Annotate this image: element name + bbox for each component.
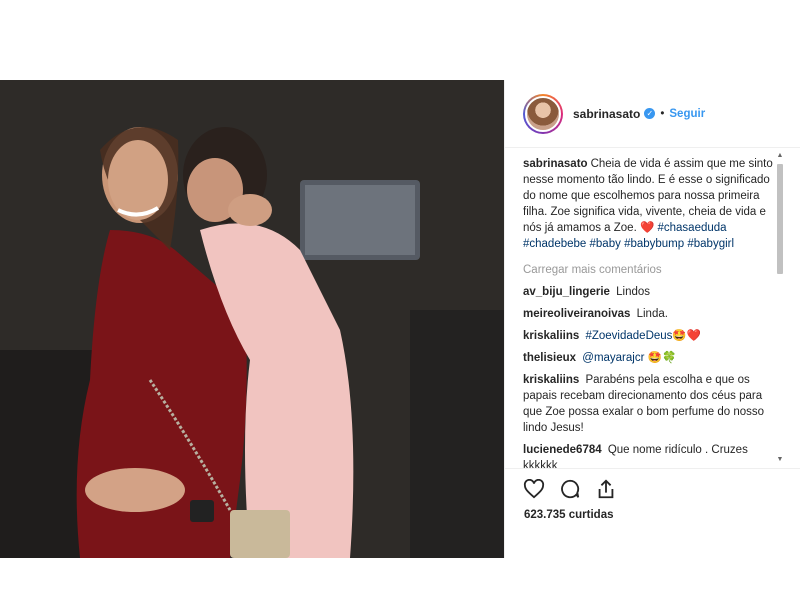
follow-button[interactable]: Seguir <box>669 108 705 120</box>
comment-icon[interactable] <box>558 477 582 501</box>
comment-username[interactable]: kriskaliins <box>523 374 579 386</box>
comment-text: Lindos <box>616 286 651 298</box>
comments-scrollbar[interactable]: ▲ ▼ <box>774 152 786 464</box>
comment-item: thelisieux @mayarajcr 🤩🍀 <box>523 350 775 366</box>
comment-item: meireoliveiranoivas Linda. <box>523 306 775 322</box>
comment-username[interactable]: av_biju_lingerie <box>523 286 610 298</box>
header-username[interactable]: sabrinasato <box>573 107 640 121</box>
comment-text: 🤩🍀 <box>647 352 677 364</box>
action-icons <box>522 477 618 501</box>
comment-username[interactable]: kriskaliins <box>523 330 579 342</box>
comment-text: 🤩❤️ <box>672 330 702 342</box>
comment-username[interactable]: lucienede6784 <box>523 444 602 456</box>
avatar-image <box>525 95 561 132</box>
post-header: sabrinasato ✓ • Seguir <box>505 80 800 148</box>
hashtag-link[interactable]: #babybump <box>624 238 684 250</box>
comment-item: kriskaliins #ZoevidadeDeus🤩❤️ <box>523 328 775 344</box>
hashtag-link[interactable]: #chasaeduda <box>658 222 727 234</box>
caption: sabrinasato Cheia de vida é assim que me … <box>523 156 775 252</box>
comment-text: Linda. <box>636 308 668 320</box>
hashtag-link[interactable]: #babygirl <box>687 238 734 250</box>
scroll-down-icon[interactable]: ▼ <box>776 456 784 464</box>
scroll-up-icon[interactable]: ▲ <box>776 152 784 160</box>
share-icon[interactable] <box>594 477 618 501</box>
comment-username[interactable]: meireoliveiranoivas <box>523 308 630 320</box>
scroll-thumb[interactable] <box>777 164 783 274</box>
heart-icon[interactable] <box>522 477 546 501</box>
comment-username[interactable]: thelisieux <box>523 352 576 364</box>
post-actions: 623.735 curtidas <box>504 468 800 558</box>
comment-item: av_biju_lingerie Lindos <box>523 284 775 300</box>
hashtag-link[interactable]: #chadebebe <box>523 238 586 250</box>
likes-count[interactable]: 623.735 curtidas <box>524 509 614 521</box>
mention-link[interactable]: @mayarajcr <box>582 352 644 364</box>
photo-illustration <box>0 80 504 558</box>
comment-item: kriskaliins Parabéns pela escolha e que … <box>523 372 775 436</box>
hashtag-link[interactable]: #ZoevidadeDeus <box>585 330 672 342</box>
avatar[interactable] <box>523 93 563 134</box>
hashtag-link[interactable]: #baby <box>590 238 621 250</box>
load-more-comments-button[interactable]: Carregar mais comentários <box>523 262 775 278</box>
verified-icon: ✓ <box>644 108 656 119</box>
caption-username[interactable]: sabrinasato <box>523 158 588 170</box>
header-separator: • <box>660 107 665 120</box>
post-photo[interactable] <box>0 80 504 558</box>
